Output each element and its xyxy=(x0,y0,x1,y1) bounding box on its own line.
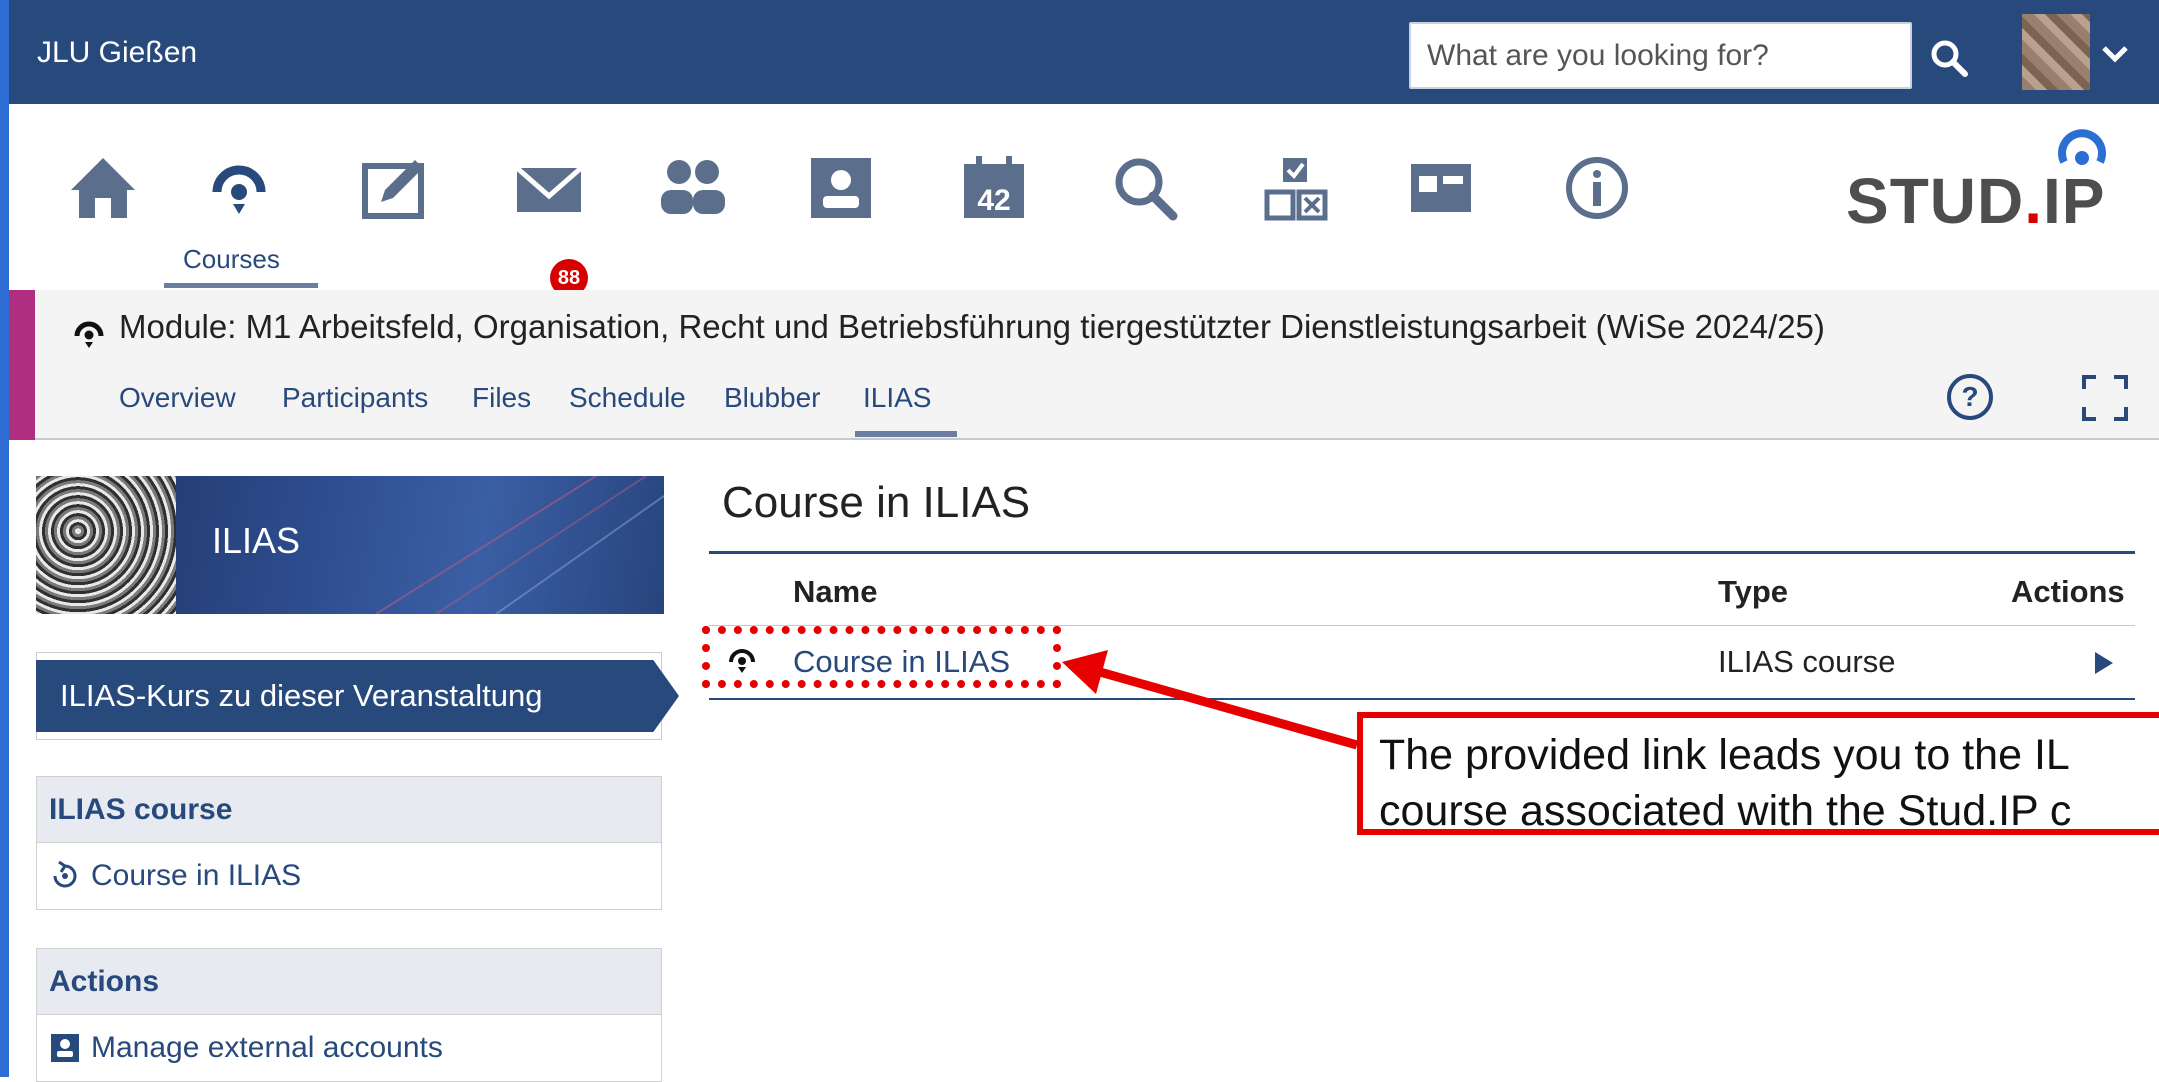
nav-calendar[interactable]: 42 xyxy=(944,152,1044,252)
nav-messages[interactable] xyxy=(499,152,599,252)
nav-home[interactable] xyxy=(53,152,153,252)
search-icon xyxy=(1115,158,1178,221)
home-icon xyxy=(71,158,135,218)
tab-overview[interactable]: Overview xyxy=(119,382,236,414)
course-type: ILIAS course xyxy=(1718,644,1896,679)
external-course-icon xyxy=(53,860,77,888)
nav-community[interactable] xyxy=(643,152,743,252)
avatar[interactable] xyxy=(2022,14,2090,90)
callout-line: The provided link leads you to the IL xyxy=(1379,731,2070,779)
window-frame xyxy=(0,0,9,1077)
course-header: Module: M1 Arbeitsfeld, Organisation, Re… xyxy=(9,290,2159,440)
manage-external-accounts-link[interactable]: Manage external accounts xyxy=(37,1015,661,1081)
callout-line: course associated with the Stud.IP c xyxy=(1379,786,2072,835)
banner-label: ILIAS xyxy=(212,520,301,561)
browse-icon xyxy=(1411,164,1471,212)
tab-participants[interactable]: Participants xyxy=(282,382,428,414)
main-navigation: 88 42 Courses xyxy=(9,104,2159,297)
tab-ilias[interactable]: ILIAS xyxy=(863,382,931,414)
person-icon xyxy=(51,1034,79,1062)
annotation-callout: The provided link leads you to the IL co… xyxy=(1357,712,2159,835)
column-header-actions: Actions xyxy=(2011,574,2125,609)
courses-icon xyxy=(212,165,266,214)
search-button[interactable] xyxy=(1927,36,1971,80)
top-bar: JLU Gießen xyxy=(9,0,2159,104)
nav-courses[interactable] xyxy=(189,152,289,252)
studip-logo[interactable]: STUD.IP xyxy=(1846,128,2106,248)
widget-actions: Actions Manage external accounts xyxy=(36,948,662,1082)
widget-title: ILIAS course xyxy=(37,777,661,843)
tab-blubber[interactable]: Blubber xyxy=(724,382,821,414)
tools-icon xyxy=(1264,158,1328,221)
search-icon xyxy=(1931,40,1968,77)
nav-info[interactable] xyxy=(1547,152,1647,252)
course-color-accent xyxy=(9,290,35,440)
mail-icon xyxy=(515,166,583,212)
widget-link-label: Manage external accounts xyxy=(91,1031,443,1064)
active-tab-indicator xyxy=(855,431,957,437)
course-title: Module: M1 Arbeitsfeld, Organisation, Re… xyxy=(119,308,1825,345)
nav-browse[interactable] xyxy=(1391,152,1491,252)
logo-mark-icon xyxy=(2058,129,2106,165)
svg-text:?: ? xyxy=(1961,381,1978,412)
sidebar-item-ilias-course[interactable]: ILIAS-Kurs zu dieser Veranstaltung xyxy=(36,660,679,732)
widget-ilias-course: ILIAS course Course in ILIAS xyxy=(36,776,662,910)
play-icon[interactable] xyxy=(2095,652,2113,674)
active-nav-indicator xyxy=(164,283,318,288)
fullscreen-icon[interactable] xyxy=(2080,373,2130,423)
widget-link-label: Course in ILIAS xyxy=(91,859,302,892)
banner-image xyxy=(36,476,176,614)
edit-icon xyxy=(362,160,424,219)
tab-schedule[interactable]: Schedule xyxy=(569,382,686,414)
site-brand[interactable]: JLU Gießen xyxy=(37,36,197,70)
svg-text:42: 42 xyxy=(977,184,1010,217)
person-icon xyxy=(811,158,871,218)
nav-search[interactable] xyxy=(1095,152,1195,252)
community-icon xyxy=(661,160,725,214)
nav-feedback[interactable] xyxy=(345,152,445,252)
page-title: Course in ILIAS xyxy=(722,478,1031,527)
calendar-icon: 42 xyxy=(964,156,1024,218)
info-icon xyxy=(1566,157,1628,219)
column-header-type[interactable]: Type xyxy=(1718,574,1788,610)
nav-courses-label[interactable]: Courses xyxy=(183,244,280,275)
column-header-name[interactable]: Name xyxy=(793,574,877,610)
courses-icon xyxy=(74,321,104,348)
chevron-down-icon[interactable] xyxy=(2101,44,2129,64)
widget-title: Actions xyxy=(37,949,661,1015)
table-header: Name Type Actions xyxy=(709,551,2135,626)
nav-profile[interactable] xyxy=(791,152,891,252)
highlight-box xyxy=(702,626,1061,688)
help-icon[interactable]: ? xyxy=(1945,372,1995,422)
tab-files[interactable]: Files xyxy=(472,382,531,414)
search-field[interactable] xyxy=(1409,22,1912,89)
sidebar-banner: ILIAS xyxy=(36,476,664,614)
search-input[interactable] xyxy=(1411,24,1910,87)
nav-tools[interactable] xyxy=(1245,152,1345,252)
widget-link-course-in-ilias[interactable]: Course in ILIAS xyxy=(37,843,661,909)
